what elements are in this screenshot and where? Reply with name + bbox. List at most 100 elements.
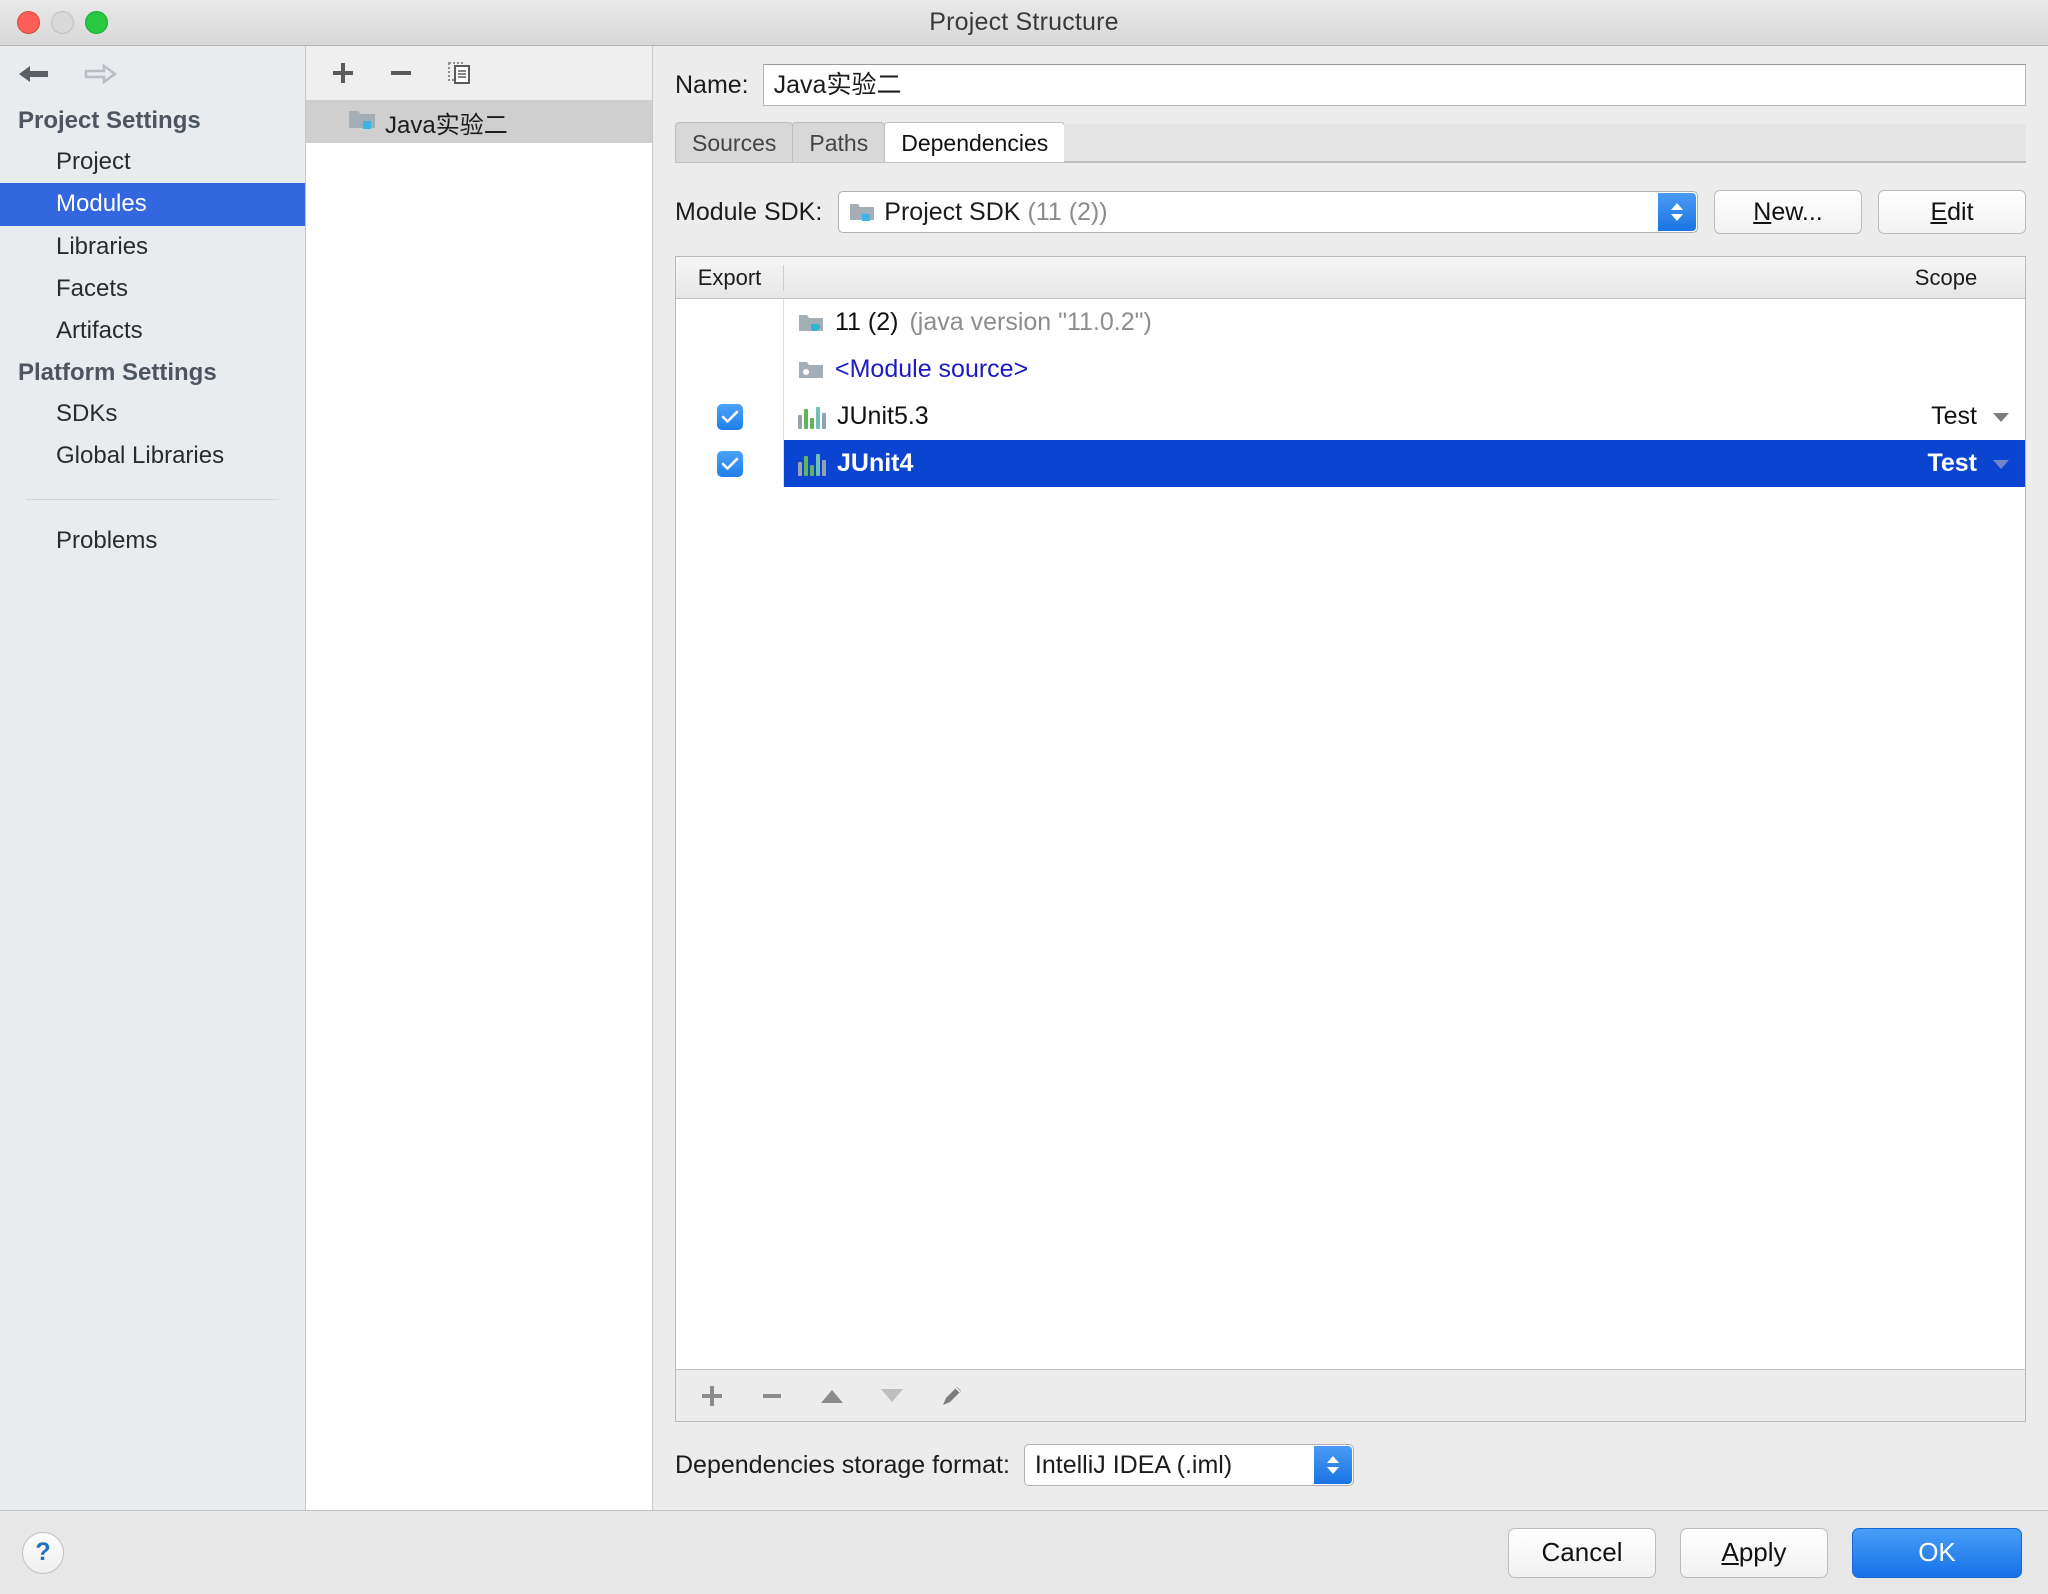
scope-cell[interactable]: Test bbox=[1867, 402, 2025, 431]
tab-sources[interactable]: Sources bbox=[675, 122, 794, 162]
dependency-name: <Module source> bbox=[835, 355, 1029, 383]
module-detail-panel: Name: Java实验二 Sources Paths Dependencies… bbox=[653, 46, 2048, 1510]
export-checkbox[interactable] bbox=[716, 450, 743, 477]
chevron-down-icon[interactable] bbox=[1991, 458, 2011, 470]
module-name-input[interactable]: Java实验二 bbox=[762, 64, 2026, 106]
sdk-folder-icon bbox=[849, 201, 875, 223]
triangle-down-icon[interactable] bbox=[876, 1381, 908, 1411]
sidebar-item-artifacts[interactable]: Artifacts bbox=[0, 310, 305, 352]
cancel-button[interactable]: Cancel bbox=[1508, 1527, 1656, 1578]
jdk-icon bbox=[798, 312, 824, 334]
pencil-icon[interactable] bbox=[936, 1381, 968, 1411]
project-structure-dialog: Project Structure Project Settings Proje… bbox=[0, 0, 2048, 1594]
sidebar-item-sdks[interactable]: SDKs bbox=[0, 393, 305, 435]
dependencies-table-body: 11 (2) (java version "11.0.2") <Module s… bbox=[676, 299, 2025, 1369]
dependency-name-cell: JUnit5.3 bbox=[784, 402, 1867, 431]
sidebar-item-libraries[interactable]: Libraries bbox=[0, 226, 305, 268]
sidebar-item-facets[interactable]: Facets bbox=[0, 268, 305, 310]
module-folder-icon bbox=[348, 107, 376, 138]
export-checkbox[interactable] bbox=[716, 403, 743, 430]
sidebar-section-project-settings: Project Settings bbox=[18, 107, 201, 134]
dependency-name-cell: JUnit4 bbox=[784, 449, 1867, 478]
plus-icon[interactable] bbox=[696, 1381, 728, 1411]
export-cell[interactable] bbox=[676, 440, 784, 487]
sidebar-section-platform-settings: Platform Settings bbox=[18, 358, 217, 386]
dependency-name: 11 (2) bbox=[835, 308, 899, 336]
sidebar-item-modules[interactable]: Modules bbox=[0, 183, 305, 226]
copy-icon[interactable] bbox=[444, 58, 474, 88]
module-sdk-select[interactable]: Project SDK (11 (2)) bbox=[838, 191, 1698, 233]
dialog-body: Project Settings Project Modules Librari… bbox=[0, 46, 2048, 1510]
scope-value: Test bbox=[1927, 449, 1977, 477]
triangle-up-icon[interactable] bbox=[816, 1381, 848, 1411]
column-header-scope[interactable]: Scope bbox=[1867, 265, 2025, 291]
ok-button[interactable]: OK bbox=[1852, 1527, 2022, 1578]
library-icon bbox=[798, 452, 826, 476]
tab-paths[interactable]: Paths bbox=[792, 122, 886, 162]
export-cell[interactable] bbox=[676, 299, 784, 346]
export-cell[interactable] bbox=[676, 346, 784, 393]
chevron-updown-icon[interactable] bbox=[1313, 1446, 1352, 1484]
settings-sidebar: Project Settings Project Modules Librari… bbox=[0, 46, 306, 1510]
module-sdk-version: (11 (2)) bbox=[1027, 197, 1108, 226]
library-icon bbox=[798, 405, 826, 429]
dependency-name-cell: <Module source> bbox=[784, 355, 1867, 384]
chevron-updown-icon[interactable] bbox=[1658, 193, 1696, 231]
module-tabs: Sources Paths Dependencies bbox=[675, 122, 2026, 162]
name-label: Name: bbox=[675, 70, 749, 99]
table-row[interactable]: 11 (2) (java version "11.0.2") bbox=[676, 299, 2025, 346]
new-sdk-mnemonic: N bbox=[1753, 197, 1772, 226]
chevron-down-icon[interactable] bbox=[1991, 411, 2011, 423]
sidebar-nav-arrows bbox=[0, 46, 305, 101]
storage-format-value: IntelliJ IDEA (.iml) bbox=[1034, 1450, 1233, 1479]
modules-list[interactable]: Java实验二 bbox=[306, 101, 652, 1510]
help-button[interactable]: ? bbox=[22, 1531, 64, 1574]
modules-toolbar bbox=[306, 46, 652, 101]
arrow-right-icon[interactable] bbox=[80, 59, 120, 89]
modules-panel: Java实验二 bbox=[306, 46, 653, 1510]
module-name-label: Java实验二 bbox=[385, 111, 508, 139]
edit-sdk-label: dit bbox=[1947, 197, 1974, 226]
edit-sdk-mnemonic: E bbox=[1930, 197, 1948, 226]
minus-icon[interactable] bbox=[756, 1381, 788, 1411]
sidebar-item-global-libraries[interactable]: Global Libraries bbox=[0, 435, 305, 477]
module-source-icon bbox=[798, 359, 824, 381]
dependencies-table: Export Scope 11 (2) (java version "11.0.… bbox=[675, 256, 2026, 1422]
dialog-footer: ? Cancel Apply OK bbox=[0, 1510, 2048, 1594]
module-sdk-row: Module SDK: Project SDK (11 (2)) N ew...… bbox=[675, 164, 2026, 256]
dependency-name-detail: (java version "11.0.2") bbox=[909, 308, 1152, 336]
column-header-export[interactable]: Export bbox=[676, 264, 784, 291]
table-row[interactable]: <Module source> bbox=[676, 346, 2025, 393]
export-cell[interactable] bbox=[676, 393, 784, 440]
storage-format-select[interactable]: IntelliJ IDEA (.iml) bbox=[1023, 1444, 1354, 1486]
module-name-row: Name: Java实验二 bbox=[675, 46, 2026, 122]
dependency-name-cell: 11 (2) (java version "11.0.2") bbox=[784, 308, 1867, 337]
list-item[interactable]: Java实验二 bbox=[306, 101, 652, 143]
dependencies-toolbar bbox=[676, 1369, 2025, 1421]
new-sdk-button[interactable]: New... bbox=[1714, 190, 1862, 234]
storage-format-label: Dependencies storage format: bbox=[675, 1450, 1010, 1479]
dialog-buttons: Cancel Apply OK bbox=[1508, 1527, 2022, 1578]
sidebar-divider bbox=[26, 499, 279, 501]
scope-cell[interactable]: Test bbox=[1867, 449, 2025, 478]
apply-mnemonic: A bbox=[1721, 1537, 1739, 1567]
arrow-left-icon[interactable] bbox=[14, 59, 54, 89]
plus-icon[interactable] bbox=[328, 58, 358, 88]
module-sdk-value: Project SDK bbox=[884, 197, 1021, 226]
dependency-name: JUnit5.3 bbox=[837, 402, 929, 430]
dependencies-table-header: Export Scope bbox=[676, 257, 2025, 299]
dependency-name: JUnit4 bbox=[837, 449, 914, 477]
table-row[interactable]: JUnit4 Test bbox=[676, 440, 2025, 487]
window-title: Project Structure bbox=[929, 8, 1119, 36]
edit-sdk-button[interactable]: Edit bbox=[1878, 190, 2026, 234]
minus-icon[interactable] bbox=[386, 58, 416, 88]
scope-value: Test bbox=[1931, 402, 1977, 430]
sidebar-item-problems[interactable]: Problems bbox=[0, 520, 305, 562]
tab-strip-filler bbox=[1064, 124, 2026, 162]
table-row[interactable]: JUnit5.3 Test bbox=[676, 393, 2025, 440]
apply-button[interactable]: Apply bbox=[1680, 1527, 1828, 1578]
apply-label: pply bbox=[1738, 1537, 1787, 1567]
storage-format-row: Dependencies storage format: IntelliJ ID… bbox=[675, 1422, 2026, 1510]
sidebar-item-project[interactable]: Project bbox=[0, 141, 305, 183]
tab-dependencies[interactable]: Dependencies bbox=[884, 122, 1066, 162]
